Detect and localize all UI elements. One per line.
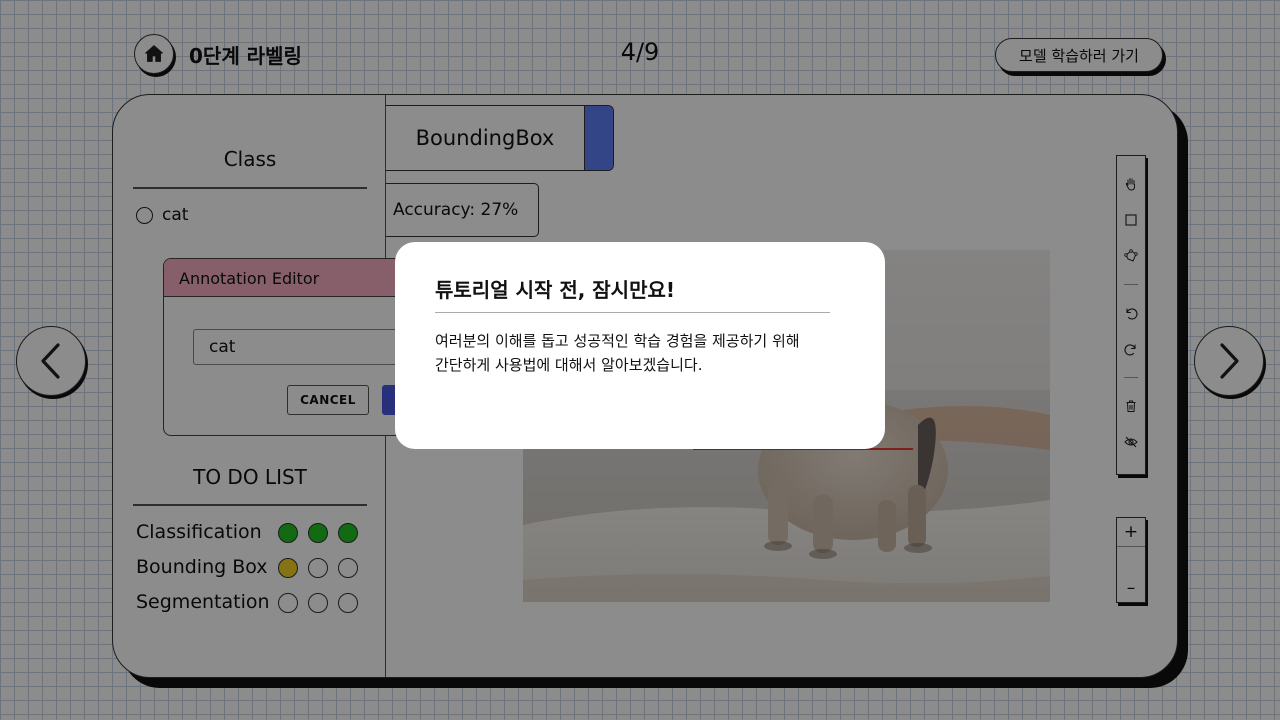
modal-body-line: 여러분의 이해를 돕고 성공적인 학습 경험을 제공하기 위해 [435, 332, 800, 350]
divider [435, 312, 830, 313]
modal-body: 여러분의 이해를 돕고 성공적인 학습 경험을 제공하기 위해 간단하게 사용법… [435, 329, 835, 377]
modal-title: 튜토리얼 시작 전, 잠시만요! [435, 278, 676, 302]
modal-body-line: 간단하게 사용법에 대해서 알아보겠습니다. [435, 356, 703, 374]
tutorial-intro-modal: 튜토리얼 시작 전, 잠시만요! 여러분의 이해를 돕고 성공적인 학습 경험을… [395, 242, 885, 449]
